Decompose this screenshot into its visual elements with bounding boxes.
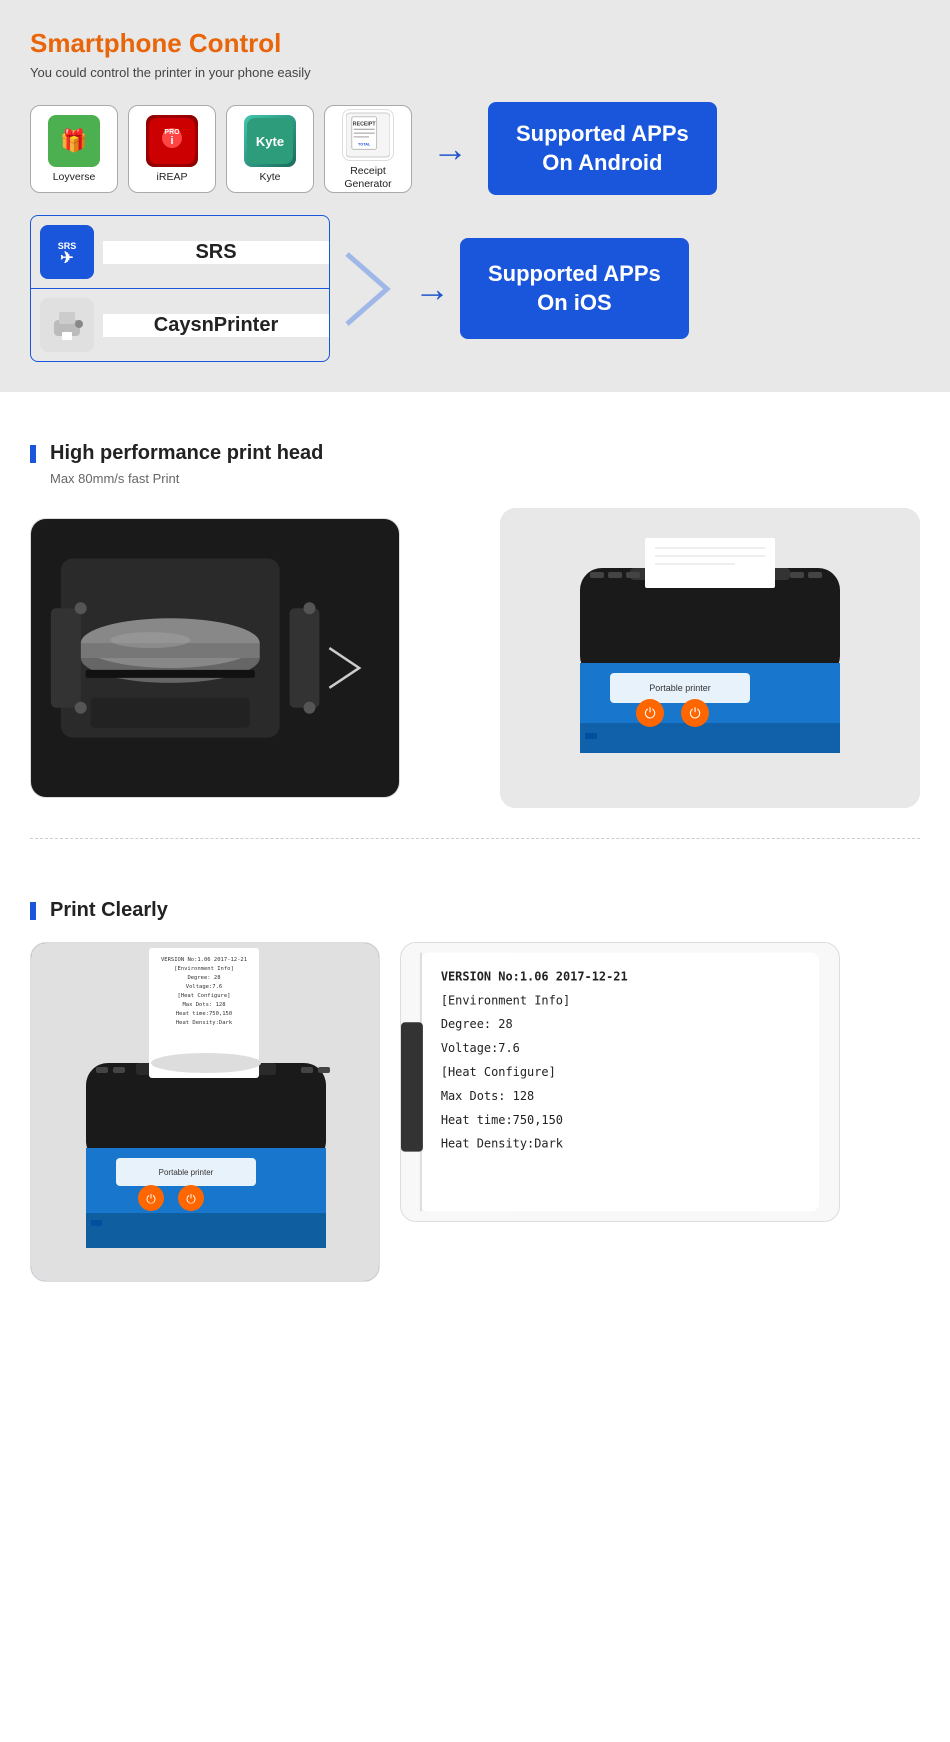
svg-text:VERSION No:1.06 2017-12-21: VERSION No:1.06 2017-12-21: [161, 957, 247, 963]
svg-text:Degree: 28: Degree: 28: [187, 975, 220, 981]
svg-text:VERSION No:1.06 2017-12-21: VERSION No:1.06 2017-12-21: [441, 970, 628, 984]
print-head-printer-image: Portable printer ⏻ ⏻: [500, 508, 920, 808]
print-clearly-images: Portable printer ⏻ ⏻ VERSION No:1.06 201…: [30, 942, 920, 1282]
android-row: 🎁 Loyverse PRO i iREAP Kyte: [30, 102, 920, 195]
print-clearly-printer-image: Portable printer ⏻ ⏻ VERSION No:1.06 201…: [30, 942, 380, 1282]
print-head-section: High performance print head Max 80mm/s f…: [0, 392, 950, 899]
svg-text:Max Dots: 128: Max Dots: 128: [441, 1089, 534, 1103]
ireap-icon: PRO i: [146, 115, 198, 167]
ios-supported-badge: Supported APPsOn iOS: [460, 238, 689, 339]
section-separator: [30, 838, 920, 839]
svg-text:Heat Density:Dark: Heat Density:Dark: [441, 1137, 563, 1151]
svg-text:Heat time:750,150: Heat time:750,150: [176, 1011, 232, 1017]
srs-app-item: SRS ✈ SRS: [30, 215, 330, 288]
svg-text:⏻: ⏻: [186, 1192, 196, 1206]
loyverse-label: Loyverse: [53, 171, 96, 184]
print-head-closeup-image: [30, 518, 400, 798]
bullet-icon: [30, 445, 36, 463]
svg-text:Voltage:7.6: Voltage:7.6: [186, 984, 222, 990]
svg-text:⏻: ⏻: [689, 705, 700, 721]
smartphone-section: Smartphone Control You could control the…: [0, 0, 950, 392]
kyte-icon: Kyte: [244, 115, 296, 167]
svg-text:✈: ✈: [60, 250, 73, 267]
loyverse-icon: 🎁: [48, 115, 100, 167]
srs-icon-box: SRS ✈: [31, 216, 103, 288]
svg-text:TOTAL: TOTAL: [358, 143, 371, 147]
kyte-label: Kyte: [259, 171, 280, 184]
kyte-app-box: Kyte Kyte: [226, 105, 314, 193]
svg-text:[Environment Info]: [Environment Info]: [441, 994, 570, 1008]
svg-text:Kyte: Kyte: [256, 134, 284, 149]
svg-text:[Environment Info]: [Environment Info]: [174, 966, 234, 972]
android-supported-badge: Supported APPsOn Android: [488, 102, 717, 195]
android-arrow: →: [432, 128, 468, 170]
receipt-icon: RECEIPT TOTAL: [342, 109, 394, 161]
bullet-icon-2: [30, 902, 36, 920]
ios-row: SRS ✈ SRS: [30, 215, 920, 362]
svg-text:i: i: [170, 135, 173, 147]
ireap-label: iREAP: [157, 171, 188, 184]
ios-apps-list: SRS ✈ SRS: [30, 215, 330, 362]
srs-icon: SRS ✈: [40, 225, 94, 279]
receipt-app-box: RECEIPT TOTAL ReceiptGenerator: [324, 105, 412, 193]
smartphone-subtitle: You could control the printer in your ph…: [30, 65, 920, 80]
print-clearly-section: Print Clearly Portable printer ⏻ ⏻: [0, 899, 950, 1322]
svg-text:[Heat Configure]: [Heat Configure]: [441, 1065, 556, 1079]
ios-arrow: →: [414, 268, 450, 310]
svg-text:Portable printer: Portable printer: [649, 683, 711, 693]
svg-text:Heat time:750,150: Heat time:750,150: [441, 1113, 563, 1127]
print-images-row: Portable printer ⏻ ⏻: [30, 508, 920, 808]
print-head-subtitle: Max 80mm/s fast Print: [30, 471, 920, 486]
svg-text:Degree: 28: Degree: 28: [441, 1017, 513, 1031]
svg-text:[Heat Configure]: [Heat Configure]: [178, 993, 231, 999]
srs-app-name: SRS: [103, 241, 329, 264]
loyverse-app-box: 🎁 Loyverse: [30, 105, 118, 193]
smartphone-title: Smartphone Control: [30, 28, 920, 59]
print-head-title: High performance print head: [30, 442, 920, 465]
ios-chevron: [342, 249, 392, 329]
receipt-label: ReceiptGenerator: [344, 165, 391, 190]
svg-text:RECEIPT: RECEIPT: [353, 121, 377, 127]
print-clearly-receipt-image: VERSION No:1.06 2017-12-21 [Environment …: [400, 942, 840, 1222]
svg-text:Voltage:7.6: Voltage:7.6: [441, 1041, 520, 1055]
svg-text:🎁: 🎁: [60, 128, 87, 153]
caysnprinter-icon-box: [31, 289, 103, 361]
svg-text:⏻: ⏻: [644, 705, 655, 721]
caysnprinter-icon: [40, 298, 94, 352]
ireap-app-box: PRO i iREAP: [128, 105, 216, 193]
svg-text:Portable printer: Portable printer: [159, 1168, 214, 1177]
print-clearly-title: Print Clearly: [30, 899, 920, 922]
caysnprinter-app-item: CaysnPrinter: [30, 288, 330, 362]
svg-text:⏻: ⏻: [146, 1192, 156, 1206]
svg-text:Heat Density:Dark: Heat Density:Dark: [176, 1020, 233, 1026]
caysnprinter-app-name: CaysnPrinter: [103, 314, 329, 337]
svg-text:Max Dots: 128: Max Dots: 128: [182, 1002, 225, 1008]
